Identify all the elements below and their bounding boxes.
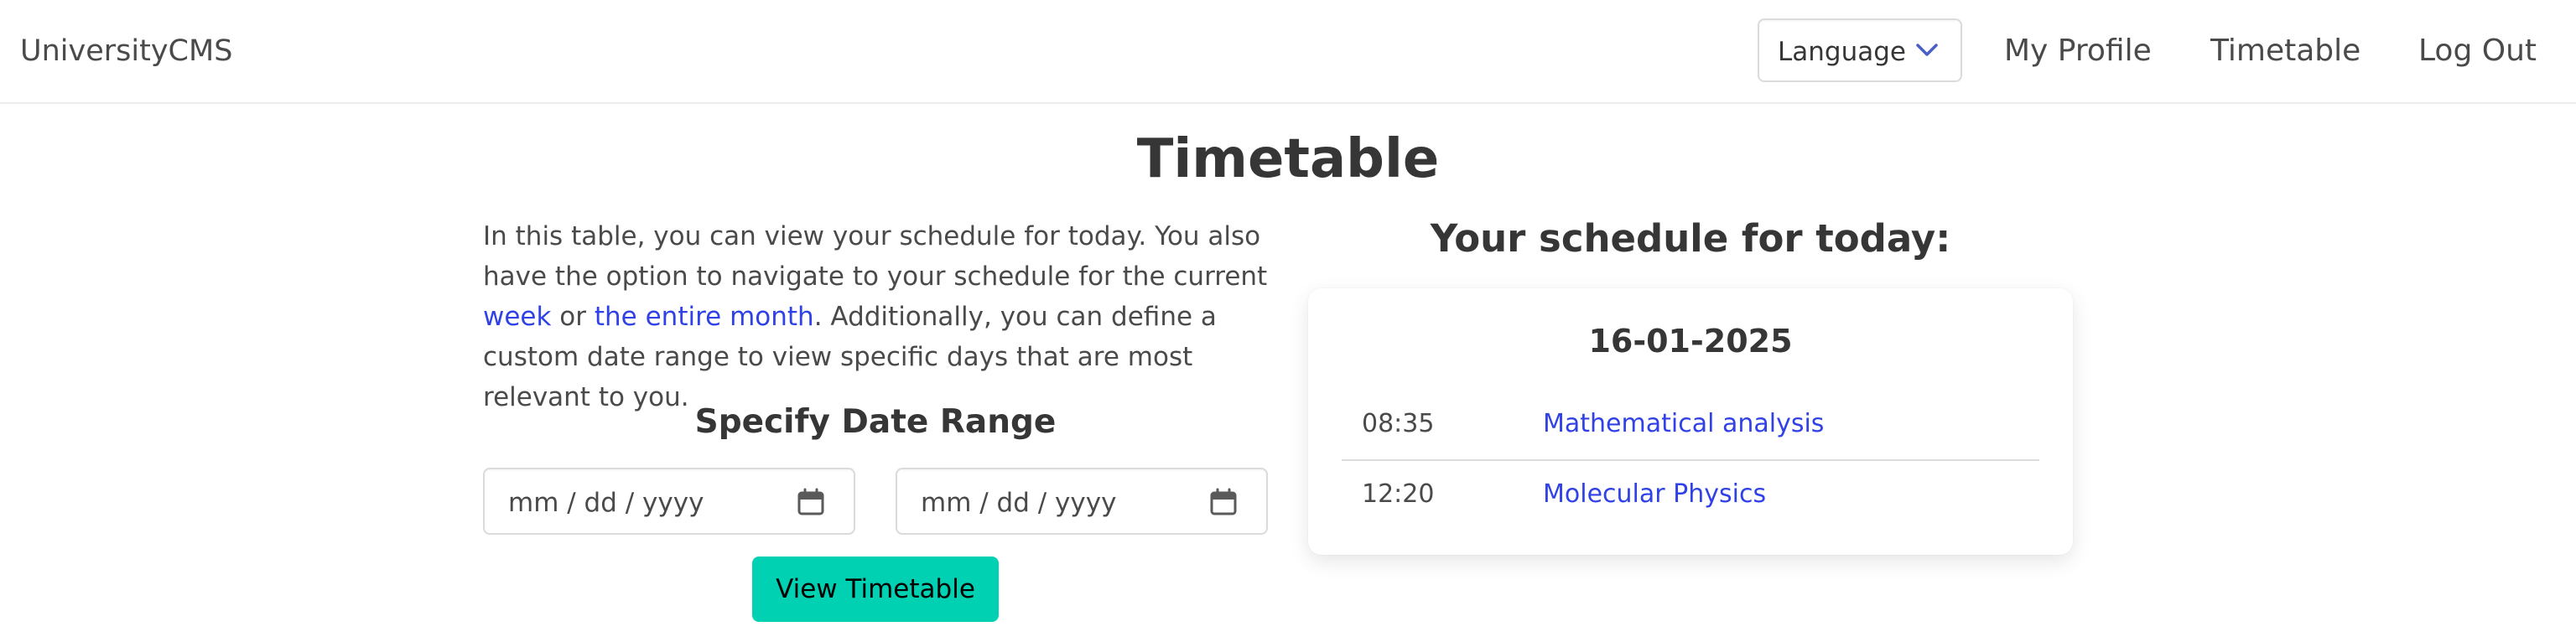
intro-text-part1: In this table, you can view your schedul… xyxy=(483,221,1268,292)
schedule-date: 16-01-2025 xyxy=(1588,323,1793,360)
week-link[interactable]: week xyxy=(483,302,551,332)
calendar-icon[interactable] xyxy=(797,488,825,516)
table-row: 12:20 Molecular Physics xyxy=(1342,461,2039,530)
month-link[interactable]: the entire month xyxy=(595,302,814,332)
today-schedule-card: 16-01-2025 08:35 Mathematical analysis 1… xyxy=(1308,288,2073,555)
class-time: 08:35 xyxy=(1362,409,1435,438)
nav-timetable[interactable]: Timetable xyxy=(2210,32,2360,70)
class-time: 12:20 xyxy=(1362,479,1435,509)
date-range-title: Specify Date Range xyxy=(694,403,1057,441)
page-title: Timetable xyxy=(1136,128,1440,190)
language-select-label: Language xyxy=(1778,37,1906,67)
end-date-placeholder: mm / dd / yyyy xyxy=(921,488,1117,518)
nav-my-profile[interactable]: My Profile xyxy=(2004,32,2152,70)
class-subject-link[interactable]: Mathematical analysis xyxy=(1543,407,1824,441)
end-date-input[interactable]: mm / dd / yyyy xyxy=(896,468,1268,535)
class-subject-link[interactable]: Molecular Physics xyxy=(1543,478,1766,511)
intro-text: In this table, you can view your schedul… xyxy=(483,216,1288,417)
start-date-placeholder: mm / dd / yyyy xyxy=(508,488,704,518)
language-select[interactable]: Language xyxy=(1758,18,1962,82)
schedule-heading: Your schedule for today: xyxy=(1430,216,1951,261)
view-timetable-button[interactable]: View Timetable xyxy=(752,557,999,622)
brand-logo[interactable]: UniversityCMS xyxy=(20,32,232,70)
start-date-input[interactable]: mm / dd / yyyy xyxy=(483,468,855,535)
top-navbar: UniversityCMS Language My Profile Timeta… xyxy=(0,0,2576,104)
nav-log-out[interactable]: Log Out xyxy=(2418,32,2537,70)
chevron-down-icon xyxy=(1916,44,1938,56)
table-row: 08:35 Mathematical analysis xyxy=(1342,391,2039,461)
intro-text-part2: or xyxy=(551,302,595,332)
calendar-icon[interactable] xyxy=(1209,488,1238,516)
